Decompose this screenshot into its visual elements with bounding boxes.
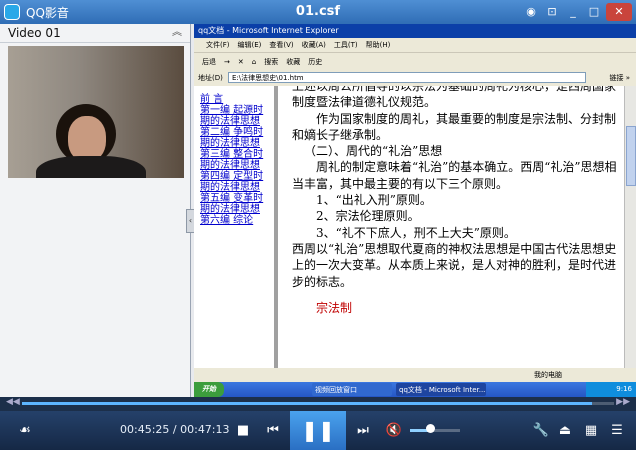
video-panel-header: Video 01 ︽	[0, 24, 190, 43]
webcam-video	[8, 46, 184, 178]
doc-list-item: 2、宗法伦理原则。	[316, 209, 420, 224]
window-controls: ◉ ⊡ _ □ ✕	[522, 3, 632, 21]
eject-icon[interactable]: ⏏	[554, 420, 576, 442]
seek-bar[interactable]: ◀◀ ▶▶	[0, 397, 636, 411]
main-video: qq文档 - Microsoft Internet Explorer 文件(F)…	[194, 24, 636, 397]
stop-icon[interactable]: ■	[232, 420, 254, 442]
time-display: 00:45:25 / 00:47:13	[120, 423, 230, 436]
seek-fill	[22, 402, 592, 405]
ie-menu-item: 帮助(H)	[365, 41, 391, 49]
taskbar-clock: 9:16	[586, 382, 636, 397]
playlist-icon[interactable]: ☰	[606, 420, 628, 442]
toc-item: 第二编 争鸣时期的法律思想	[200, 127, 264, 149]
toc-item: 第一编 起源时期的法律思想	[200, 105, 264, 127]
taskbar-item: qq文档 - Microsoft Inter...	[396, 383, 486, 396]
ie-tool-item: →	[224, 58, 230, 66]
toc-item: 前 言	[200, 94, 224, 105]
elapsed-time: 00:45:25	[120, 423, 170, 436]
title-bar: QQ影音 01.csf ◉ ⊡ _ □ ✕	[0, 0, 636, 24]
total-time: 00:47:13	[180, 423, 230, 436]
ie-address-field: E:\法律思想史\01.htm	[228, 72, 586, 83]
ie-tool-item: 收藏	[286, 58, 301, 66]
taskbar-item: 视频回放窗口	[312, 383, 392, 396]
ie-tool-item: 历史	[308, 58, 323, 66]
ie-tool-item: 后退	[202, 58, 216, 66]
skin-icon[interactable]: ◉	[522, 3, 540, 21]
video-panel: Video 01 ︽	[0, 24, 191, 397]
doc-section-title: 宗法制	[316, 300, 353, 315]
volume-knob[interactable]	[426, 424, 435, 433]
time-separator: /	[169, 423, 181, 436]
ie-links-label: 链接 »	[609, 74, 630, 82]
ie-address-bar: 地址(D) E:\法律思想史\01.htm 链接 »	[194, 70, 636, 86]
seek-forward-icon[interactable]: ▶▶	[616, 397, 630, 407]
ie-menu-bar: 文件(F) 编辑(E) 查看(V) 收藏(A) 工具(T) 帮助(H)	[194, 38, 636, 52]
footprint-icon[interactable]: ☙	[14, 420, 36, 442]
toc-item: 第四编 定型时期的法律思想	[200, 171, 264, 193]
ie-menu-item: 收藏(A)	[301, 41, 326, 49]
windows-taskbar: 开始 视频回放窗口 qq文档 - Microsoft Inter... 9:16	[194, 382, 636, 397]
ie-status-bar: 我的电脑	[194, 368, 636, 382]
ie-tool-item: 搜索	[264, 58, 279, 66]
volume-muted-icon[interactable]: 🔇	[383, 420, 405, 442]
document-text: 上述以周公所倡导的以宗法为基础的周礼为核心，是西周国家制度暨法律道德礼仪规范。 …	[292, 86, 622, 316]
ie-tool-item: ✕	[237, 58, 244, 66]
ie-menu-item: 工具(T)	[333, 41, 358, 49]
toc-item: 第五编 变革时期的法律思想	[200, 193, 264, 215]
minimize-button[interactable]: _	[564, 3, 582, 21]
video-panel-title: Video 01	[8, 26, 61, 40]
doc-list-item: 3、“礼不下庶人，刑不上大夫”原则。	[316, 225, 516, 240]
ie-scroll-thumb	[626, 126, 636, 186]
toc-list: 前 言 第一编 起源时期的法律思想 第二编 争鸣时期的法律思想 第三编 整合时期…	[200, 94, 272, 226]
doc-paragraph: 西周以“礼治”思想取代夏商的神权法思想是中国古代法思想史上的一次大变革。从本质上…	[292, 241, 617, 289]
ie-toolbar: 后退 → ✕ ⌂ 搜索 收藏 历史	[194, 52, 636, 70]
pause-icon: ❚❚	[301, 418, 335, 442]
start-button: 开始	[194, 382, 224, 397]
doc-paragraph: 作为国家制度的周礼，其最重要的制度是宗法制、分封制和嫡长子继承制。	[292, 111, 617, 142]
equalizer-icon[interactable]: ▦	[580, 420, 602, 442]
doc-list-item: 1、“出礼入刑”原则。	[316, 193, 432, 208]
ie-title-bar: qq文档 - Microsoft Internet Explorer	[194, 24, 636, 38]
ie-tool-item: ⌂	[251, 58, 257, 66]
doc-heading: （二）、周代的“礼治”思想	[304, 144, 443, 159]
ie-address-label: 地址(D)	[198, 74, 223, 82]
prev-icon[interactable]: ⏮	[262, 420, 284, 442]
chevron-up-icon[interactable]: ︽	[172, 24, 182, 42]
ie-menu-item: 查看(V)	[269, 41, 294, 49]
doc-paragraph: 周礼的制定意味着“礼治”的基本确立。西周“礼治”思想相当丰富，其中最主要的有以下…	[292, 160, 617, 191]
wrench-icon[interactable]: 🔧	[530, 420, 552, 442]
ie-content-frame: 上述以周公所倡导的以宗法为基础的周礼为核心，是西周国家制度暨法律道德礼仪规范。 …	[278, 86, 624, 382]
ie-menu-item: 文件(F)	[206, 41, 230, 49]
next-icon[interactable]: ⏭	[352, 420, 374, 442]
toc-item: 第六编 综论	[200, 215, 254, 226]
ie-menu-item: 编辑(E)	[237, 41, 262, 49]
presenter-body	[36, 156, 146, 178]
doc-paragraph: 上述以周公所倡导的以宗法为基础的周礼为核心，是西周国家制度暨法律道德礼仪规范。	[292, 86, 617, 110]
mini-mode-icon[interactable]: ⊡	[543, 3, 561, 21]
toc-item: 第三编 整合时期的法律思想	[200, 149, 264, 171]
seek-back-icon[interactable]: ◀◀	[6, 397, 20, 407]
main-area: Video 01 ︽ ‹ qq文档 - Microsoft Internet E…	[0, 24, 636, 397]
ie-scrollbar	[624, 86, 636, 382]
maximize-button[interactable]: □	[585, 3, 603, 21]
ie-toc-frame: 前 言 第一编 起源时期的法律思想 第二编 争鸣时期的法律思想 第三编 整合时期…	[194, 86, 278, 382]
control-bar: ☙ 00:45:25 / 00:47:13 ■ ⏮ ❚❚ ⏭ 🔇 🔧 ⏏ ▦ ☰	[0, 411, 636, 450]
pause-button[interactable]: ❚❚	[290, 411, 346, 450]
close-button[interactable]: ✕	[606, 3, 632, 21]
